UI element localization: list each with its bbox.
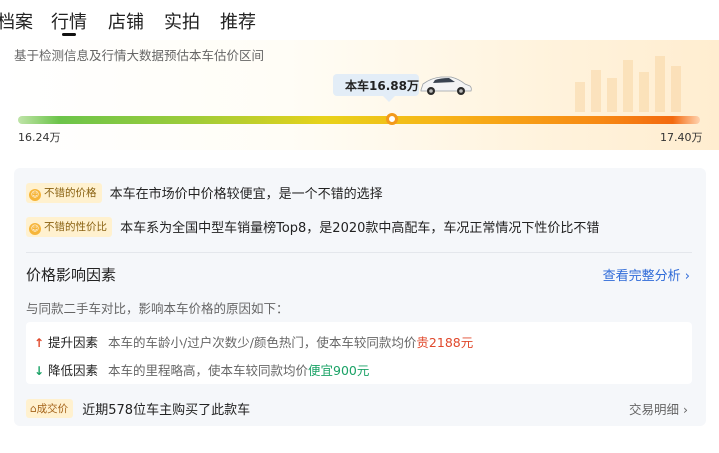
price-range-description: 基于检测信息及行情大数据预估本车估价区间 [14,48,265,63]
price-range-bar [18,116,700,124]
min-price-label: 16.24万 [18,131,61,144]
smile-icon: ☺ [29,188,41,201]
tab-store[interactable]: 店铺 [108,8,144,34]
tab-archive[interactable]: 档案 [0,8,33,34]
chevron-right-icon: › [684,269,690,284]
good-value-badge: ☺ 不错的性价比 [26,216,112,237]
link-label: 交易明细 [629,402,680,417]
view-full-analysis-link[interactable]: 查看完整分析 › [603,265,690,284]
deal-badge-label: 成交价 [36,403,69,415]
decorative-chart-icon [575,56,681,112]
factors-title: 价格影响因素 [26,266,117,284]
highlight-text: 本车在市场价中价格较便宜，是一个不错的选择 [109,187,383,202]
increase-factor-value: 贵2188元 [416,335,474,350]
max-price-label: 17.40万 [660,131,703,144]
link-label: 查看完整分析 [602,269,681,284]
highlight-row: ☺ 不错的价格 本车在市场价中价格较便宜，是一个不错的选择 [26,182,383,203]
active-tab-indicator [62,33,76,36]
smile-icon: ☺ [29,222,41,235]
decrease-factor-label: 降低因素 [47,363,98,378]
decrease-factor-value: 便宜900元 [308,363,370,378]
analysis-card: ☺ 不错的价格 本车在市场价中价格较便宜，是一个不错的选择 ☺ 不错的性价比 本车系… [14,168,706,426]
divider [26,252,692,253]
good-price-badge: ☺ 不错的价格 [26,182,102,203]
tab-market[interactable]: 行情 [51,8,87,34]
decrease-factor-row: ↓ 降低因素 本车的里程略高，使本车较同款均价便宜900元 [34,360,369,379]
chevron-right-icon: › [683,402,688,417]
highlight-text: 本车系为全国中型车销量榜Top8，是2020款中高配车，车况正常情况下性价比不错 [120,221,600,236]
deal-text: 近期578位车主购买了此款车 [82,403,251,418]
bubble-pointer [383,96,395,102]
current-price-marker [385,113,398,125]
factors-box: ↑ 提升因素 本车的车龄小/过户次数少/颜色热门，使本车较同款均价贵2188元 … [26,322,692,384]
price-range-section: 基于检测信息及行情大数据预估本车估价区间 本车16.88万 16.24万 17.… [0,40,719,150]
tab-photos[interactable]: 实拍 [164,8,200,34]
factors-description: 与同款二手车对比，影响本车价格的原因如下： [26,301,289,316]
current-price-bubble: 本车16.88万 [333,72,473,102]
deal-row: ⌂成交价 近期578位车主购买了此款车 [26,398,250,418]
increase-factor-row: ↑ 提升因素 本车的车龄小/过户次数少/颜色热门，使本车较同款均价贵2188元 [34,332,473,351]
badge-label: 不错的性价比 [44,220,107,233]
badge-label: 不错的价格 [44,186,97,199]
increase-factor-desc: 本车的车龄小/过户次数少/颜色热门，使本车较同款均价 [107,335,417,350]
tab-recommend[interactable]: 推荐 [220,8,256,34]
highlight-row: ☺ 不错的性价比 本车系为全国中型车销量榜Top8，是2020款中高配车，车况正常… [26,216,599,237]
tag-icon: ⌂ [30,403,37,415]
tab-bar: 档案 行情 店铺 实拍 推荐 [0,0,719,40]
decrease-factor-desc: 本车的里程略高，使本车较同款均价 [107,363,308,378]
transaction-details-link[interactable]: 交易明细 › [629,399,688,418]
arrow-down-icon: ↓ [34,364,45,378]
increase-factor-label: 提升因素 [47,335,98,350]
car-icon [420,76,472,95]
arrow-up-icon: ↑ [34,336,45,350]
deal-price-badge: ⌂成交价 [26,399,74,418]
current-price-label: 本车16.88万 [345,79,419,93]
